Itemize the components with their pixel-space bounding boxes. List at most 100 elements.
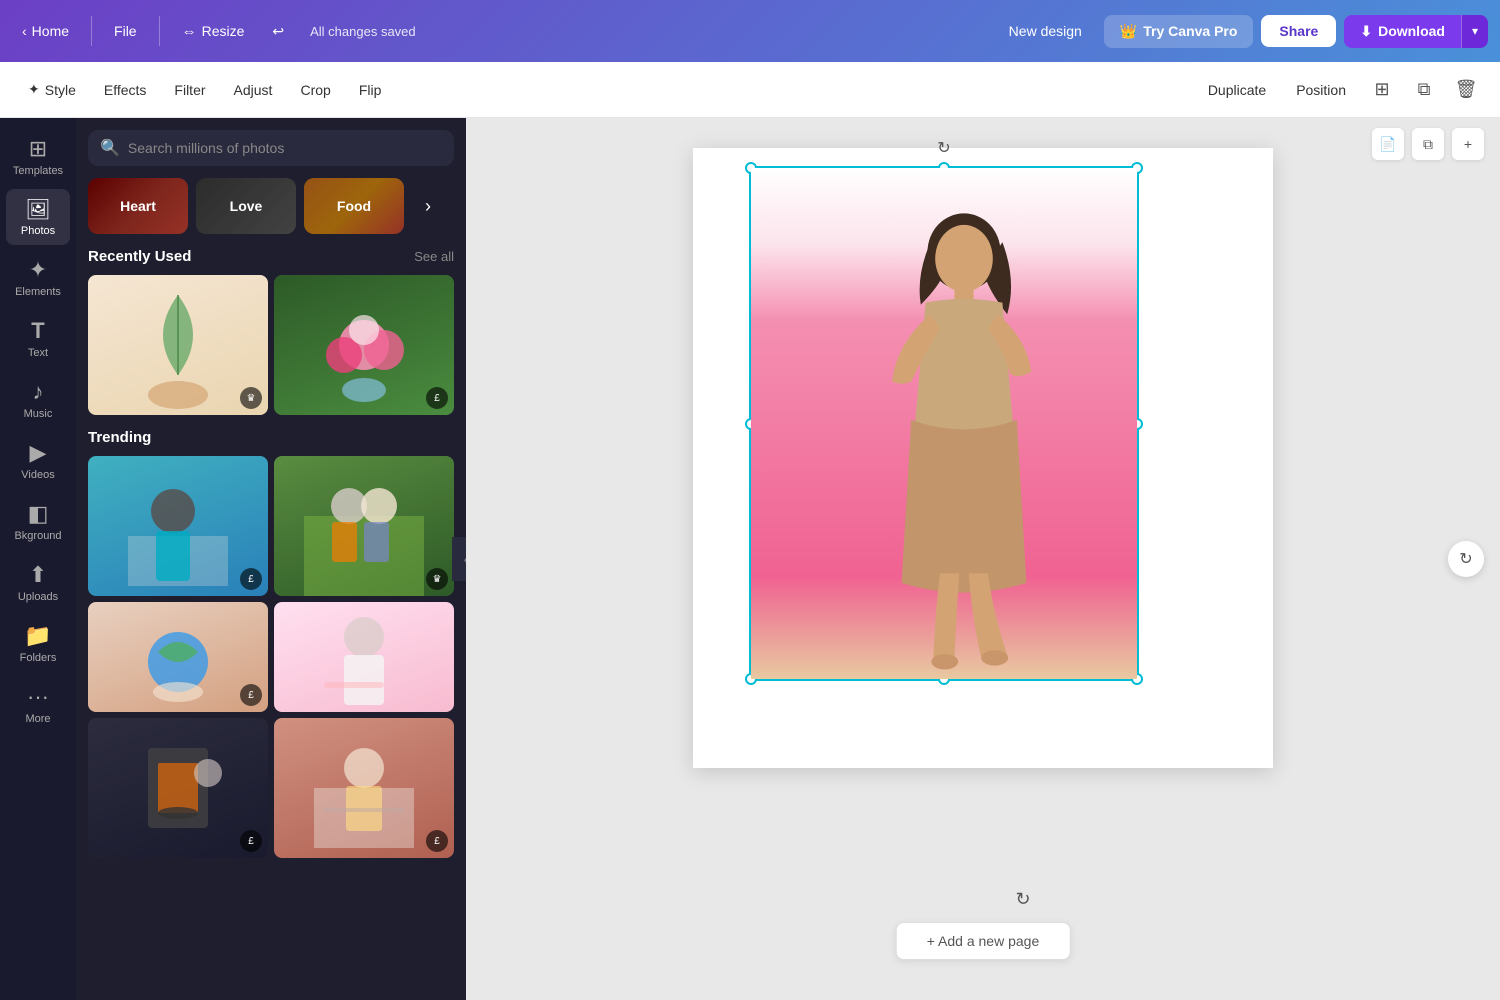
text-icon: T — [31, 318, 44, 344]
background-icon: ◧ — [28, 501, 49, 527]
recent-photo-2[interactable]: £ — [274, 275, 454, 415]
trending-grid-1: £ ♛ — [88, 456, 454, 596]
resize-label: Resize — [202, 23, 245, 39]
delete-button[interactable]: 🗑 — [1448, 72, 1484, 108]
undo-button[interactable]: ↩ — [262, 17, 294, 46]
selected-image-container[interactable]: ↻ — [749, 166, 1139, 681]
sidebar-item-uploads[interactable]: ⬆ Uploads — [6, 554, 70, 611]
rotate-handle-top[interactable]: ↻ — [937, 138, 950, 158]
canvas-image — [751, 168, 1137, 679]
filter-button[interactable]: Filter — [162, 76, 217, 104]
chevron-right-icon: › — [425, 196, 431, 217]
share-button[interactable]: Share — [1261, 15, 1336, 47]
category-more[interactable]: › — [412, 178, 444, 234]
effects-button[interactable]: Effects — [92, 76, 159, 104]
main-area: ⊞ Templates 🖼 Photos ✦ Elements T Text ♪… — [0, 118, 1500, 1000]
templates-icon: ⊞ — [29, 136, 47, 162]
templates-label: Templates — [13, 165, 63, 177]
rotate-handle-bottom[interactable]: ↻ — [1015, 889, 1030, 910]
nav-divider-1 — [91, 16, 92, 46]
search-input[interactable] — [128, 140, 442, 156]
download-caret-button[interactable]: ▾ — [1461, 15, 1488, 48]
style-button[interactable]: ✦ Style — [16, 75, 88, 104]
crop-button[interactable]: Crop — [288, 76, 342, 104]
file-label: File — [114, 23, 137, 39]
trending-photo-5[interactable]: £ — [88, 718, 268, 858]
chevron-down-icon: ▾ — [1472, 24, 1478, 38]
text-label: Text — [28, 347, 48, 359]
refresh-icon: ↻ — [1459, 549, 1472, 569]
sidebar-item-more[interactable]: ··· More — [6, 676, 70, 733]
file-button[interactable]: File — [104, 17, 147, 45]
nav-divider-2 — [159, 16, 160, 46]
sidebar-item-music[interactable]: ♪ Music — [6, 371, 70, 428]
uploads-icon: ⬆ — [29, 562, 47, 588]
new-design-button[interactable]: New design — [995, 15, 1096, 47]
refresh-button[interactable]: ↻ — [1448, 541, 1484, 577]
chip-love-label: Love — [230, 198, 263, 214]
search-icon: 🔍 — [100, 138, 120, 158]
trash-icon: 🗑 — [1455, 79, 1478, 100]
adjust-button[interactable]: Adjust — [222, 76, 285, 104]
collapse-panel-button[interactable]: ‹ — [452, 537, 466, 581]
category-heart[interactable]: Heart — [88, 178, 188, 234]
collapse-icon: ‹ — [464, 551, 466, 567]
sidebar-item-background[interactable]: ◧ Bkground — [6, 493, 70, 550]
sidebar-item-elements[interactable]: ✦ Elements — [6, 249, 70, 306]
search-bar[interactable]: 🔍 — [88, 130, 454, 166]
flip-button[interactable]: Flip — [347, 76, 394, 104]
grid-icon: ⊞ — [1374, 79, 1389, 100]
download-label: Download — [1378, 23, 1445, 39]
videos-label: Videos — [21, 469, 54, 481]
resize-button[interactable]: ⇔ Resize — [172, 17, 255, 46]
folders-icon: 📁 — [24, 623, 51, 649]
trending-photo-1[interactable]: £ — [88, 456, 268, 596]
recently-used-header: Recently Used See all — [88, 248, 454, 265]
recent-photo-2-badge: £ — [426, 387, 448, 409]
crop-label: Crop — [300, 82, 330, 98]
recent-photo-1[interactable]: ♛ — [88, 275, 268, 415]
trending-photo-5-badge: £ — [240, 830, 262, 852]
elements-label: Elements — [15, 286, 61, 298]
copy-page-icon: ⧉ — [1423, 136, 1433, 153]
copy-page-button[interactable]: ⧉ — [1412, 128, 1444, 160]
add-page-top-button[interactable]: + — [1452, 128, 1484, 160]
chevron-left-icon: ‹ — [22, 23, 27, 39]
filter-label: Filter — [174, 82, 205, 98]
copy-icon: ⧉ — [1418, 79, 1431, 100]
trending-photo-6-badge: £ — [426, 830, 448, 852]
copy-button[interactable]: ⧉ — [1406, 72, 1442, 108]
trending-photo-6[interactable]: £ — [274, 718, 454, 858]
duplicate-button[interactable]: Duplicate — [1196, 76, 1278, 104]
style-icon: ✦ — [28, 81, 40, 98]
position-button[interactable]: Position — [1284, 76, 1358, 104]
sidebar-item-text[interactable]: T Text — [6, 310, 70, 367]
crown-icon: 👑 — [1120, 23, 1137, 40]
image-toolbar: ✦ Style Effects Filter Adjust Crop Flip … — [0, 62, 1500, 118]
recent-photo-1-badge: ♛ — [240, 387, 262, 409]
sidebar-item-folders[interactable]: 📁 Folders — [6, 615, 70, 672]
trending-photo-3[interactable]: £ — [88, 602, 268, 712]
grid-view-button[interactable]: ⊞ — [1364, 72, 1400, 108]
try-pro-button[interactable]: 👑 Try Canva Pro — [1104, 15, 1254, 48]
trending-photo-4[interactable] — [274, 602, 454, 712]
see-all-link[interactable]: See all — [414, 249, 454, 264]
canvas-area: 📄 ⧉ + ↻ — [466, 118, 1500, 1000]
trending-header: Trending — [88, 429, 454, 446]
home-button[interactable]: ‹ Home — [12, 17, 79, 45]
canvas-wrapper: ↻ — [693, 148, 1273, 768]
flip-label: Flip — [359, 82, 382, 98]
videos-icon: ▶ — [30, 440, 47, 466]
notes-button[interactable]: 📄 — [1372, 128, 1404, 160]
background-label: Bkground — [14, 530, 61, 542]
sidebar-item-videos[interactable]: ▶ Videos — [6, 432, 70, 489]
add-page-button[interactable]: + Add a new page — [896, 922, 1071, 960]
sidebar-item-templates[interactable]: ⊞ Templates — [6, 128, 70, 185]
trending-title: Trending — [88, 429, 151, 446]
trending-photo-1-badge: £ — [240, 568, 262, 590]
trending-photo-2[interactable]: ♛ — [274, 456, 454, 596]
category-food[interactable]: Food — [304, 178, 404, 234]
sidebar-item-photos[interactable]: 🖼 Photos — [6, 189, 70, 245]
download-button[interactable]: ⬇ Download — [1344, 15, 1461, 48]
category-love[interactable]: Love — [196, 178, 296, 234]
